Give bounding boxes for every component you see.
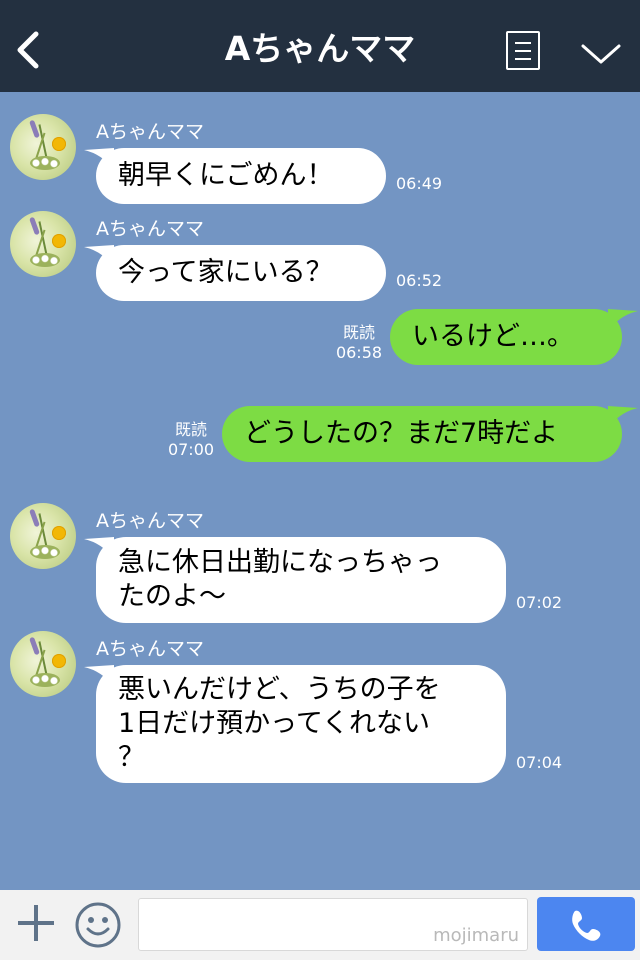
message-time: 07:04 [516, 753, 563, 772]
phone-icon [572, 910, 601, 941]
chevron-down-icon[interactable] [580, 42, 622, 66]
avatar[interactable] [10, 503, 76, 569]
message-row: Aちゃんママ 悪いんだけど、うちの子を 1日だけ預かってくれない ？ 07:04 [0, 631, 640, 786]
message-bubble[interactable]: 悪いんだけど、うちの子を 1日だけ預かってくれない ？ [96, 665, 506, 783]
message-bubble[interactable]: いるけど…。 [390, 309, 622, 365]
avatar[interactable] [10, 211, 76, 277]
plus-icon[interactable] [16, 903, 56, 943]
message-time: 06:52 [396, 271, 443, 290]
chat-title: Aちゃんママ [224, 29, 416, 68]
sender-name: Aちゃんママ [96, 218, 204, 240]
message-time: 07:00 [167, 440, 215, 459]
message-bubble[interactable]: どうしたの？まだ7時だよ [222, 406, 622, 462]
call-button[interactable] [537, 897, 635, 951]
message-row: Aちゃんママ 今って家にいる？ 06:52 [0, 211, 640, 311]
menu-icon[interactable] [506, 31, 540, 70]
read-receipt: 既読 06:58 [334, 323, 384, 363]
message-bubble[interactable]: 今って家にいる？ [96, 245, 386, 301]
message-row: Aちゃんママ 急に休日出勤になっちゃっ たのよ〜 07:02 [0, 503, 640, 628]
read-label: 既読 [342, 323, 375, 342]
message-list[interactable]: Aちゃんママ 朝早くにごめん！ 06:49 Aちゃんママ 今って家にいる？ 06… [0, 92, 640, 890]
message-time: 06:58 [335, 343, 383, 362]
sender-name: Aちゃんママ [96, 638, 204, 660]
watermark: mojimaru [433, 925, 519, 946]
message-input[interactable]: mojimaru [138, 898, 528, 951]
message-row: Aちゃんママ 朝早くにごめん！ 06:49 [0, 114, 640, 214]
read-receipt: 既読 07:00 [166, 420, 216, 460]
avatar[interactable] [10, 631, 76, 697]
message-bubble[interactable]: 朝早くにごめん！ [96, 148, 386, 204]
message-row: 既読 07:00 どうしたの？まだ7時だよ [0, 404, 640, 464]
message-time: 07:02 [516, 593, 563, 612]
avatar[interactable] [10, 114, 76, 180]
message-bubble[interactable]: 急に休日出勤になっちゃっ たのよ〜 [96, 537, 506, 623]
read-label: 既読 [174, 420, 207, 439]
message-time: 06:49 [396, 174, 443, 193]
sender-name: Aちゃんママ [96, 121, 204, 143]
emoji-icon[interactable] [74, 901, 122, 949]
sender-name: Aちゃんママ [96, 510, 204, 532]
bubble-tail [608, 309, 638, 331]
message-row: 既読 06:58 いるけど…。 [0, 307, 640, 367]
bubble-tail [608, 406, 638, 428]
chat-header: Aちゃんママ [0, 0, 640, 92]
